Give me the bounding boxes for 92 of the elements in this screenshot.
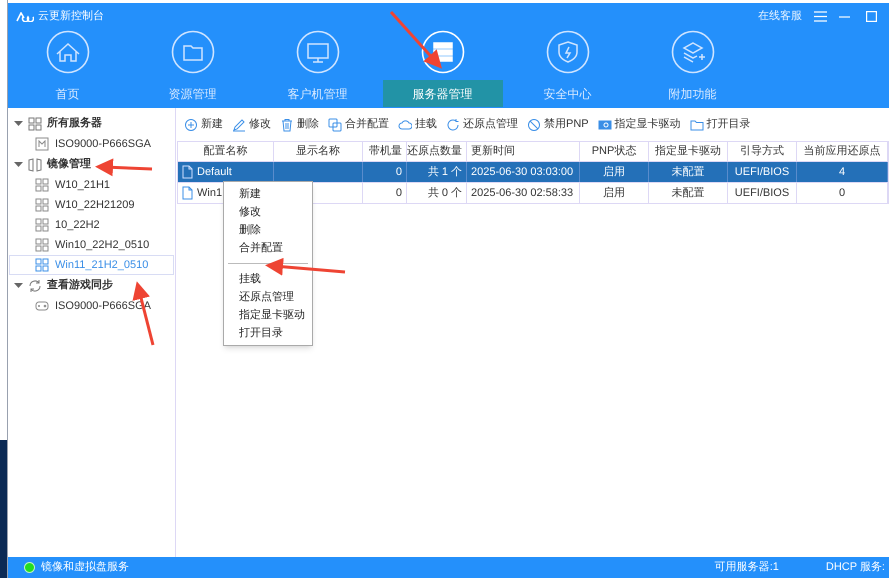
table-cell: UEFI/BIOS xyxy=(728,183,797,203)
menu-item[interactable]: 挂载 xyxy=(224,270,312,288)
table-cell: 启用 xyxy=(580,183,649,203)
table-cell: 0 xyxy=(363,183,407,203)
grid-icon xyxy=(28,116,42,130)
tree-group[interactable]: 所有服务器 xyxy=(47,115,102,132)
column-header[interactable]: 还原点数量 xyxy=(407,142,467,161)
menu-item[interactable]: 指定显卡驱动 xyxy=(224,306,312,324)
available-servers: 可用服务器:1 xyxy=(714,560,779,576)
dhcp-status: DHCP 服务: xyxy=(826,560,885,576)
menu-item[interactable]: 新建 xyxy=(224,185,312,203)
column-header[interactable]: 带机量 xyxy=(363,142,407,161)
server-letter-icon xyxy=(35,137,49,151)
table-cell: 未配置 xyxy=(649,162,728,182)
annotation-arrow xyxy=(95,158,152,176)
tree-item[interactable]: W10_22H21209 xyxy=(9,195,174,215)
menu-item[interactable]: 修改 xyxy=(224,203,312,221)
grid-icon xyxy=(35,218,49,232)
home-icon xyxy=(46,30,90,74)
table-cell: UEFI/BIOS xyxy=(728,162,797,182)
table-cell: 启用 xyxy=(580,162,649,182)
file-icon xyxy=(180,186,194,200)
tree-group[interactable]: 查看游戏同步 xyxy=(47,277,113,294)
refresh-icon xyxy=(28,278,42,292)
layers-icon xyxy=(670,30,714,74)
tree-item[interactable]: W10_21H1 xyxy=(9,175,174,195)
tree-group[interactable]: 镜像管理 xyxy=(47,156,91,173)
toolbar-button[interactable]: 修改 xyxy=(249,116,271,133)
grid-icon xyxy=(35,178,49,192)
tree-item[interactable]: ISO9000-P666SGA xyxy=(9,134,174,154)
server-icon xyxy=(420,30,464,74)
column-header[interactable]: 当前应用还原点 xyxy=(797,142,888,161)
column-header[interactable]: 指定显卡驱动 xyxy=(649,142,728,161)
expand-caret-icon[interactable] xyxy=(14,160,23,169)
file-icon xyxy=(180,165,194,179)
toolbar-button[interactable]: 禁用PNP xyxy=(544,116,589,133)
column-header[interactable]: PNP状态 xyxy=(580,142,649,161)
nav-tab[interactable]: 服务器管理 xyxy=(382,80,502,107)
table-cell: 未配置 xyxy=(649,183,728,203)
menu-icon[interactable] xyxy=(814,11,827,22)
bracket-icon xyxy=(28,158,42,172)
grid-icon xyxy=(35,238,49,252)
column-header[interactable]: 更新时间 xyxy=(467,142,580,161)
monitor-icon xyxy=(296,30,340,74)
copy-icon[interactable] xyxy=(328,118,342,132)
toolbar-button[interactable]: 合并配置 xyxy=(345,116,389,133)
folder-icon xyxy=(170,30,214,74)
plus-icon[interactable] xyxy=(184,118,198,132)
cloud-icon[interactable] xyxy=(398,118,412,132)
trash-icon[interactable] xyxy=(280,118,294,132)
folder-icon[interactable] xyxy=(690,118,704,132)
table-cell-text: Default xyxy=(197,164,232,180)
table-cell: 2025-06-30 02:58:33 xyxy=(467,183,580,203)
table-cell: 共 1 个 xyxy=(407,162,467,182)
menu-item[interactable]: 删除 xyxy=(224,221,312,239)
toolbar-button[interactable]: 打开目录 xyxy=(706,116,751,133)
grid-icon xyxy=(35,258,49,272)
toolbar-button[interactable]: 删除 xyxy=(297,116,319,133)
table-cell-text: Win1 xyxy=(197,186,222,201)
column-header[interactable]: 显示名称 xyxy=(274,142,363,161)
table-cell: 2025-06-30 03:03:00 xyxy=(467,162,580,182)
maximize-icon[interactable] xyxy=(866,11,877,22)
table-row[interactable]: Default 0 共 1 个 2025-06-30 03:03:00 启用 未配置 UEFI/BIOS 4 xyxy=(177,162,889,183)
menu-item[interactable]: 合并配置 xyxy=(224,239,312,257)
refresh-icon[interactable] xyxy=(446,118,460,132)
shield-icon xyxy=(546,30,590,74)
toolbar-button[interactable]: 指定显卡驱动 xyxy=(614,116,681,133)
annotation-arrow xyxy=(390,11,442,69)
gamepad-icon xyxy=(35,299,49,313)
window-title: 云更新控制台 xyxy=(38,8,104,24)
logo-icon xyxy=(16,12,34,22)
toolbar-button[interactable]: 挂载 xyxy=(415,116,437,133)
tree-item[interactable]: Win10_22H2_0510 xyxy=(9,235,174,255)
menu-item[interactable]: 打开目录 xyxy=(224,324,312,342)
expand-caret-icon[interactable] xyxy=(14,119,23,128)
column-header[interactable]: 配置名称 xyxy=(178,142,274,161)
column-header[interactable]: 引导方式 xyxy=(728,142,797,161)
menu-item[interactable]: 还原点管理 xyxy=(224,288,312,306)
table-cell: 4 xyxy=(797,162,888,182)
grid-icon xyxy=(35,198,49,212)
table-cell: 共 0 个 xyxy=(407,183,467,203)
tree-item[interactable]: 10_22H2 xyxy=(9,215,174,235)
table-cell: 0 xyxy=(363,162,407,182)
ban-icon[interactable] xyxy=(527,118,541,132)
card-icon[interactable] xyxy=(598,118,612,132)
toolbar-button[interactable]: 还原点管理 xyxy=(463,116,518,133)
service-status: 镜像和虚拟盘服务 xyxy=(41,560,129,576)
pencil-icon[interactable] xyxy=(232,118,246,132)
expand-caret-icon[interactable] xyxy=(14,281,23,290)
table-cell: 0 xyxy=(797,183,888,203)
minimize-icon[interactable] xyxy=(839,16,850,18)
toolbar-button[interactable]: 新建 xyxy=(201,116,223,133)
